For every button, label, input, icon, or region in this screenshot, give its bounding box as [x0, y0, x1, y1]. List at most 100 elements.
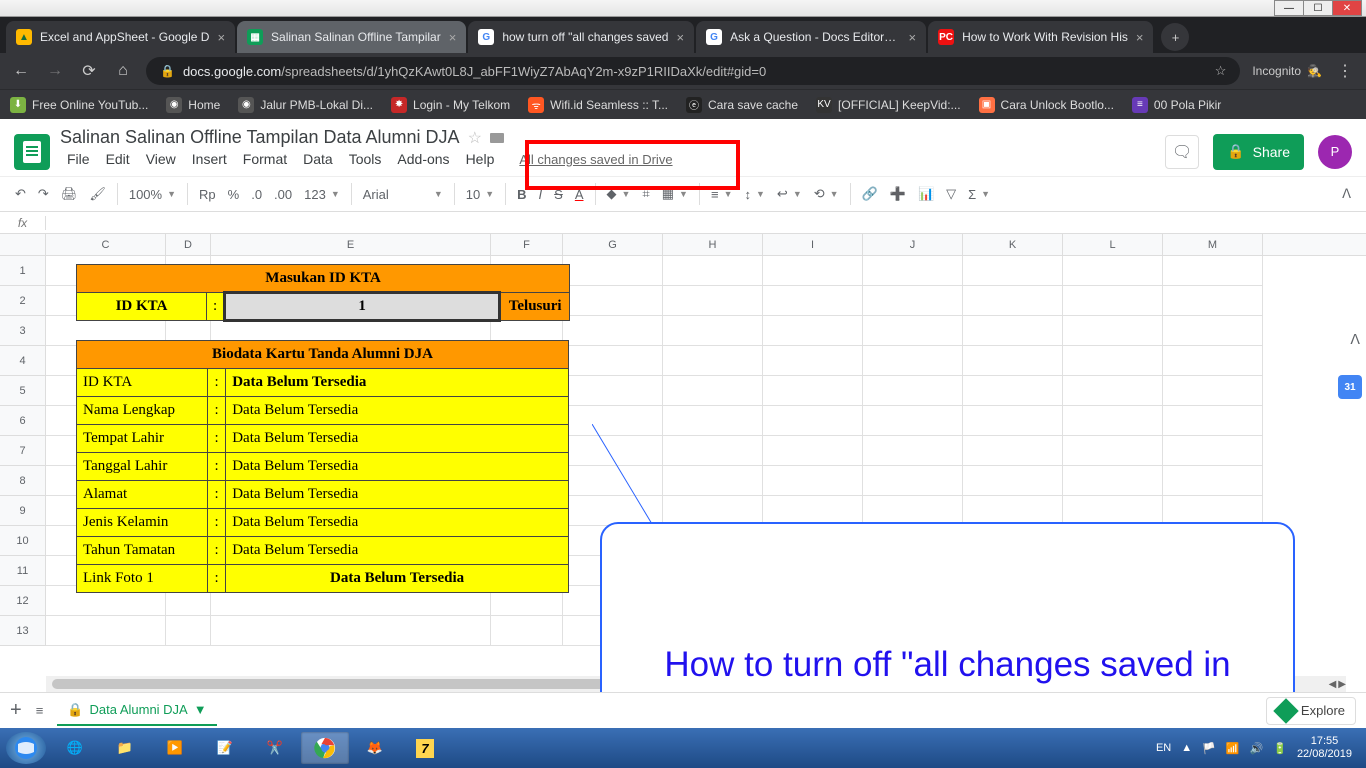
cell[interactable]	[763, 256, 863, 286]
comments-button[interactable]: 🗨	[1165, 135, 1199, 169]
cell[interactable]	[963, 436, 1063, 466]
cell[interactable]	[1063, 316, 1163, 346]
calendar-sidebar-icon[interactable]: 31	[1338, 375, 1362, 399]
cell[interactable]	[1063, 436, 1163, 466]
cell[interactable]	[563, 346, 663, 376]
telusuri-button[interactable]: Telusuri	[500, 293, 570, 321]
cell[interactable]	[763, 286, 863, 316]
toolbar-collapse-button[interactable]: ᐱ	[1337, 182, 1356, 206]
add-sheet-button[interactable]: +	[10, 699, 22, 722]
tray-battery-icon[interactable]: 🔋	[1273, 742, 1287, 755]
column-header[interactable]: F	[491, 234, 563, 255]
cell[interactable]	[1163, 286, 1263, 316]
taskbar-notes-icon[interactable]: 📝	[201, 732, 249, 764]
cell[interactable]	[863, 376, 963, 406]
menu-view[interactable]: View	[139, 148, 183, 170]
h-align-button[interactable]: ≡▼	[706, 183, 738, 206]
browser-menu-button[interactable]: ⋮	[1334, 60, 1356, 82]
tray-lang[interactable]: EN	[1156, 742, 1171, 754]
cell[interactable]	[963, 466, 1063, 496]
taskbar-firefox-icon[interactable]: 🦊	[351, 732, 399, 764]
share-button[interactable]: 🔒Share	[1213, 134, 1304, 170]
tab-close-icon[interactable]: ×	[1136, 30, 1144, 45]
cell[interactable]	[763, 316, 863, 346]
wrap-button[interactable]: ↩▼	[772, 182, 807, 206]
cell[interactable]	[963, 286, 1063, 316]
cell[interactable]	[211, 616, 491, 646]
borders-button[interactable]: ⌗	[637, 182, 654, 206]
strike-button[interactable]: S	[549, 183, 568, 206]
functions-button[interactable]: Σ▼	[963, 183, 995, 206]
menu-tools[interactable]: Tools	[342, 148, 389, 170]
cell[interactable]	[1163, 256, 1263, 286]
all-sheets-button[interactable]: ≡	[36, 703, 44, 718]
taskbar-snip-icon[interactable]: ✂️	[251, 732, 299, 764]
cell[interactable]	[863, 346, 963, 376]
start-button[interactable]	[6, 732, 46, 764]
cell[interactable]	[863, 466, 963, 496]
tray-network-icon[interactable]: 📶	[1226, 742, 1240, 755]
row-header[interactable]: 9	[0, 496, 46, 526]
cell[interactable]	[491, 616, 563, 646]
taskbar-app-icon[interactable]: 7	[401, 732, 449, 764]
row-header[interactable]: 1	[0, 256, 46, 286]
bookmark-item[interactable]: KV[OFFICIAL] KeepVid:...	[816, 97, 961, 113]
cell[interactable]	[1163, 346, 1263, 376]
formula-bar[interactable]: fx	[0, 212, 1366, 234]
nav-back-button[interactable]: ←	[10, 60, 32, 82]
cell[interactable]	[863, 436, 963, 466]
currency-button[interactable]: Rp	[194, 183, 221, 206]
folder-icon[interactable]	[490, 133, 504, 143]
tray-clock[interactable]: 17:55 22/08/2019	[1297, 735, 1352, 761]
bookmark-item[interactable]: ≡00 Pola Pikir	[1132, 97, 1221, 113]
bold-button[interactable]: B	[512, 183, 531, 206]
cell[interactable]	[563, 376, 663, 406]
taskbar-chrome-icon[interactable]	[301, 732, 349, 764]
filter-button[interactable]: ▽	[941, 182, 961, 206]
italic-button[interactable]: I	[534, 183, 548, 206]
column-header[interactable]: L	[1063, 234, 1163, 255]
menu-edit[interactable]: Edit	[99, 148, 137, 170]
cell[interactable]	[1063, 346, 1163, 376]
bookmark-item[interactable]: ◉Home	[166, 97, 220, 113]
chart-button[interactable]: 📊	[913, 182, 939, 206]
browser-tab[interactable]: GAsk a Question - Docs Editors H×	[696, 21, 926, 53]
increase-decimal-button[interactable]: .00	[269, 183, 297, 206]
address-bar[interactable]: 🔒 docs.google.com/spreadsheets/d/1yhQzKA…	[146, 57, 1240, 85]
window-minimize-button[interactable]: —	[1274, 0, 1304, 16]
row-header[interactable]: 5	[0, 376, 46, 406]
row-header[interactable]: 11	[0, 556, 46, 586]
cell[interactable]	[1163, 466, 1263, 496]
rotate-button[interactable]: ⟲▼	[809, 182, 844, 206]
row-header[interactable]: 8	[0, 466, 46, 496]
side-panel-toggle[interactable]: ᐱ	[1350, 331, 1360, 348]
explore-button[interactable]: Explore	[1266, 697, 1356, 725]
taskbar-media-icon[interactable]: ▶️	[151, 732, 199, 764]
v-align-button[interactable]: ↕▼	[739, 183, 769, 206]
link-button[interactable]: 🔗	[857, 182, 883, 206]
cell[interactable]	[663, 256, 763, 286]
column-header[interactable]: M	[1163, 234, 1263, 255]
tray-flag-icon[interactable]: 🏳️	[1202, 742, 1216, 755]
account-avatar[interactable]: P	[1318, 135, 1352, 169]
menu-add-ons[interactable]: Add-ons	[390, 148, 456, 170]
column-header[interactable]: I	[763, 234, 863, 255]
fill-color-button[interactable]: ◆▼	[602, 182, 636, 206]
cell[interactable]	[1063, 256, 1163, 286]
undo-button[interactable]: ↶	[10, 182, 31, 206]
nav-home-button[interactable]: ⌂	[112, 60, 134, 82]
percent-button[interactable]: %	[223, 183, 245, 206]
cell[interactable]	[863, 406, 963, 436]
sheet-tab[interactable]: 🔒 Data Alumni DJA ▼	[57, 696, 216, 726]
cell[interactable]	[963, 256, 1063, 286]
cell[interactable]	[763, 376, 863, 406]
sheets-logo-icon[interactable]	[14, 134, 50, 170]
cell[interactable]	[963, 316, 1063, 346]
cell[interactable]	[46, 616, 166, 646]
browser-tab[interactable]: Ghow turn off "all changes saved×	[468, 21, 694, 53]
cell[interactable]	[763, 346, 863, 376]
browser-tab[interactable]: ▲Excel and AppSheet - Google D×	[6, 21, 235, 53]
menu-help[interactable]: Help	[459, 148, 502, 170]
bookmark-item[interactable]: ◉Jalur PMB-Lokal Di...	[238, 97, 373, 113]
cell[interactable]	[863, 256, 963, 286]
